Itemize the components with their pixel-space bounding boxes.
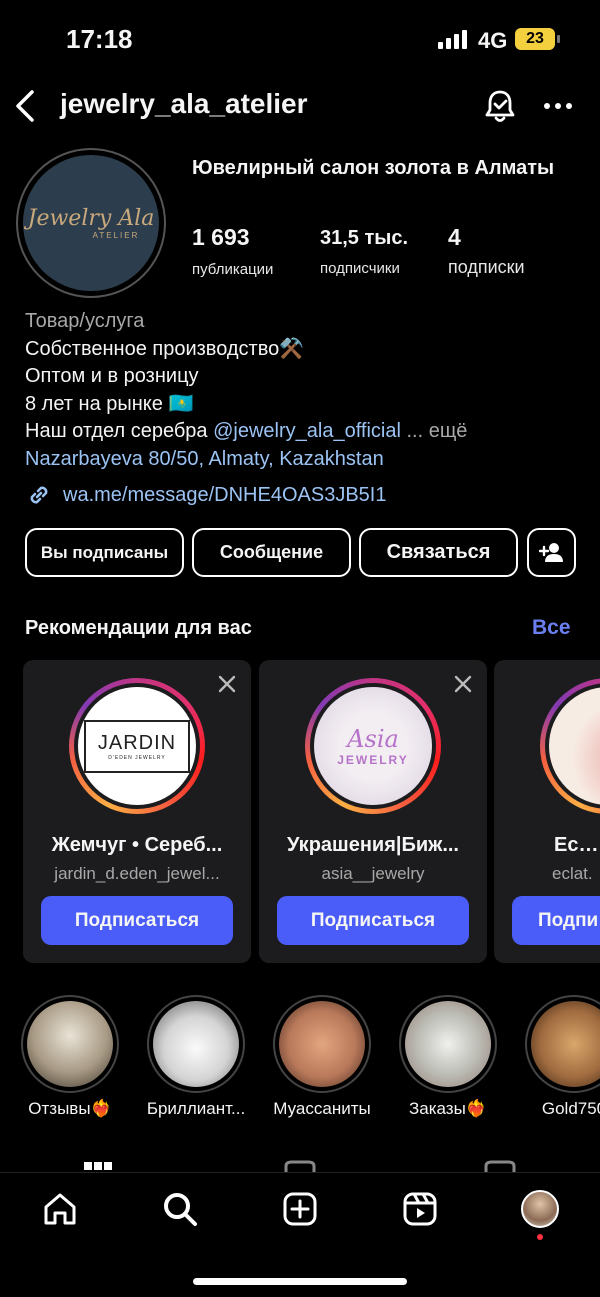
story-highlight[interactable]: Бриллиант... — [147, 995, 245, 1119]
follow-button[interactable]: Подпи — [512, 896, 600, 945]
following-button[interactable]: Вы подписаны — [25, 528, 184, 577]
message-button[interactable]: Сообщение — [192, 528, 351, 577]
following-count: 4 — [448, 224, 461, 250]
bio-line: Наш отдел серебра @jewelry_ala_official … — [25, 418, 585, 446]
asia-logo-subtext: JEWELRY — [337, 753, 409, 767]
battery-icon: 23 — [515, 28, 560, 50]
grid-icon[interactable] — [80, 1160, 120, 1172]
followers-label: подписчики — [320, 260, 400, 277]
highlight-cover — [153, 1001, 239, 1087]
home-icon[interactable] — [40, 1189, 80, 1229]
suggested-handle: eclat. — [552, 864, 593, 883]
suggested-handle: asia__jewelry — [321, 864, 425, 883]
story-highlight[interactable]: Отзывы❤️‍🔥 — [21, 995, 119, 1119]
status-time: 17:18 — [66, 24, 133, 54]
highlight-label: Отзывы❤️‍🔥 — [28, 1099, 112, 1118]
suggest-people-button[interactable] — [527, 528, 576, 577]
profile-external-link[interactable]: wa.me/message/DNHE4OAS3JB5I1 — [25, 481, 386, 509]
highlight-label: Муассаниты — [273, 1099, 371, 1118]
profile-header: jewelry_ala_atelier — [0, 80, 600, 136]
highlight-label: Gold750 — [541, 1099, 600, 1118]
story-highlight[interactable]: Gold750 — [525, 995, 600, 1119]
avatar-logo: Jewelry Ala ATELIER — [23, 155, 159, 291]
suggested-name: Eclat — [554, 834, 600, 856]
link-icon — [30, 486, 48, 504]
suggested-account-card[interactable]: Asia JEWELRY Украшения|Биж... asia__jewe… — [259, 660, 487, 963]
signal-icon — [438, 30, 467, 49]
avatar-logo-text: Jewelry Ala — [27, 206, 155, 231]
highlight-cover — [405, 1001, 491, 1087]
suggested-avatar — [540, 678, 600, 814]
reels-icon[interactable] — [400, 1189, 440, 1229]
highlight-cover — [27, 1001, 113, 1087]
profile-username: jewelry_ala_atelier — [60, 88, 308, 119]
close-icon[interactable] — [217, 674, 237, 694]
contact-button[interactable]: Связаться — [359, 528, 518, 577]
notification-bell-icon[interactable] — [480, 86, 520, 126]
stat-followers[interactable]: 31,5 тыс. подписчики — [320, 224, 408, 277]
network-type: 4G — [478, 28, 508, 53]
follow-button[interactable]: Подписаться — [41, 896, 233, 945]
bio-category: Товар/услуга — [25, 310, 145, 332]
notification-dot — [537, 1234, 543, 1240]
follow-button[interactable]: Подписаться — [277, 896, 469, 945]
highlight-label: Заказы❤️‍🔥 — [409, 1099, 487, 1118]
bio-line: Собственное производство⚒️ — [25, 337, 305, 360]
highlight-cover — [531, 1001, 600, 1087]
search-icon[interactable] — [160, 1189, 200, 1229]
more-options-icon[interactable] — [538, 86, 578, 126]
stat-following[interactable]: 4 подписки — [448, 224, 525, 278]
recommendations-title: Рекомендации для вас — [25, 617, 252, 639]
suggested-name: Жемчуг • Сереб... — [51, 834, 223, 856]
create-post-icon[interactable] — [280, 1189, 320, 1229]
profile-bio: Товар/услуга Собственное производство⚒️ … — [25, 308, 585, 473]
bio-mention-link[interactable]: @jewelry_ala_official — [213, 420, 401, 442]
back-arrow-icon[interactable] — [10, 86, 40, 126]
profile-tabs — [0, 1160, 600, 1172]
jardin-logo-subtext: D'EDEN JEWELRY — [108, 754, 166, 761]
reels-tab-icon[interactable] — [280, 1160, 320, 1172]
posts-count: 1 693 — [192, 224, 250, 250]
story-highlight[interactable]: Муассаниты — [273, 995, 371, 1119]
external-link-text: wa.me/message/DNHE4OAS3JB5I1 — [63, 483, 387, 506]
bio-more-link[interactable]: ... ещё — [401, 420, 467, 442]
avatar-logo-subtext: ATELIER — [92, 231, 140, 240]
stat-posts[interactable]: 1 693 публикации — [192, 224, 273, 278]
followers-count: 31,5 тыс. — [320, 227, 409, 249]
asia-logo-text: Asia — [347, 725, 399, 753]
jardin-logo-text: JARDIN — [97, 731, 177, 754]
bio-line: 8 лет на рынке 🇰🇿 — [25, 392, 194, 415]
bio-address-link[interactable]: Nazarbayeva 80/50, Almaty, Kazakhstan — [25, 446, 585, 474]
profile-full-name: Ювелирный салон золота в Алматы — [192, 157, 555, 179]
following-label: подписки — [448, 257, 525, 277]
profile-avatar[interactable]: Jewelry Ala ATELIER — [16, 148, 166, 298]
profile-tab-avatar[interactable] — [521, 1190, 559, 1228]
suggested-name: Украшения|Биж... — [287, 834, 459, 856]
status-bar: 17:18 4G 23 — [0, 0, 600, 80]
see-all-link[interactable]: Все — [532, 616, 571, 640]
home-indicator — [193, 1278, 407, 1285]
suggested-avatar: JARDIN D'EDEN JEWELRY — [69, 678, 205, 814]
posts-label: публикации — [192, 261, 274, 278]
bio-line: Оптом и в розницу — [25, 365, 199, 387]
close-icon[interactable] — [453, 674, 473, 694]
add-person-icon — [538, 542, 563, 562]
highlight-cover — [279, 1001, 365, 1087]
highlight-label: Бриллиант... — [146, 1099, 246, 1118]
suggested-account-card[interactable]: Eclat eclat. Подпи — [494, 660, 600, 963]
suggested-avatar: Asia JEWELRY — [305, 678, 441, 814]
bio-line-text: Наш отдел серебра — [25, 420, 214, 442]
story-highlight[interactable]: Заказы❤️‍🔥 — [399, 995, 497, 1119]
suggested-account-card[interactable]: JARDIN D'EDEN JEWELRY Жемчуг • Сереб... … — [23, 660, 251, 963]
tagged-tab-icon[interactable] — [480, 1160, 520, 1172]
suggested-handle: jardin_d.eden_jewel... — [54, 864, 220, 883]
